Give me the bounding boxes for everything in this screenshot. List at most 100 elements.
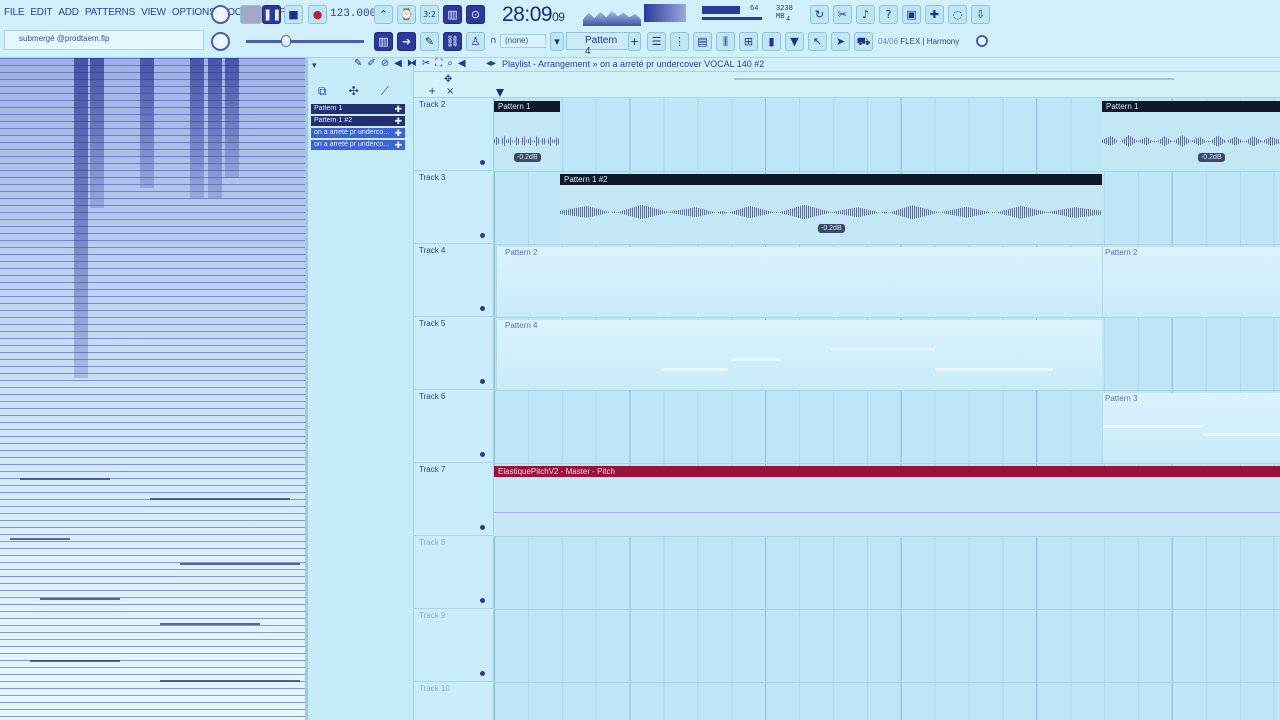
plus-icon[interactable]: ✚ bbox=[394, 128, 402, 138]
slice-icon[interactable]: ✂ bbox=[422, 58, 430, 69]
pattern-clip[interactable]: Pattern 2 bbox=[496, 247, 1102, 317]
plus-icon[interactable]: ✚ bbox=[394, 140, 402, 150]
automation-clip[interactable]: ElastiquePitchV2 - Master - Pitch bbox=[494, 466, 1280, 536]
track-mute-dot[interactable] bbox=[480, 306, 485, 311]
select-icon[interactable]: ⛶ bbox=[435, 58, 442, 69]
script-output-icon[interactable]: ➤ bbox=[831, 32, 850, 51]
slider-handle[interactable] bbox=[281, 35, 291, 47]
rack-item[interactable]: Pattern 1 ✚ bbox=[311, 104, 405, 114]
plus-icon[interactable]: ✚ bbox=[394, 104, 402, 114]
audio-clip[interactable]: Pattern 1 -0.2dB bbox=[1102, 101, 1280, 171]
audio-clip[interactable]: Pattern 1 -0.2dB bbox=[494, 101, 560, 171]
loop-record-icon[interactable]: ⊙ bbox=[466, 5, 485, 24]
song-time-display[interactable]: 28:0909 bbox=[502, 3, 565, 27]
menu-view[interactable]: VIEW bbox=[141, 7, 166, 18]
track-header[interactable]: Track 3 bbox=[414, 171, 494, 244]
pencil-icon[interactable]: ✎ bbox=[420, 32, 439, 51]
arrangement-grid[interactable]: Pattern 1 -0.2dB Pattern 1 -0.2dB Patter… bbox=[494, 98, 1280, 720]
rack-item[interactable]: on a arreté pr underco... ✚ bbox=[311, 128, 405, 138]
master-volume-slider[interactable] bbox=[246, 40, 364, 43]
rack-wave-icon[interactable]: ⟋ bbox=[381, 84, 389, 99]
pattern-menu-icon[interactable]: ▾ bbox=[550, 32, 564, 51]
rack-menu-icon[interactable]: ▾ bbox=[312, 61, 317, 71]
pause-button[interactable]: ❚❚ bbox=[262, 5, 281, 24]
track-header[interactable]: Track 9 bbox=[414, 609, 494, 682]
channel-rack-icon[interactable]: ⋮ bbox=[670, 32, 689, 51]
playlist-arrow-icon[interactable]: ➜ bbox=[397, 32, 416, 51]
piano-roll-view-icon[interactable]: ▤ bbox=[693, 32, 712, 51]
rack-step-icon[interactable]: ✣ bbox=[349, 84, 359, 99]
pattern-clip[interactable]: Pattern 4 bbox=[496, 320, 1102, 390]
stamp-icon[interactable]: ♙ bbox=[466, 32, 485, 51]
cut-icon[interactable]: ✂ bbox=[833, 5, 852, 24]
piano-roll-icon[interactable]: ▥ bbox=[374, 32, 393, 51]
audio-clip[interactable]: Pattern 1 #2 -0.2dB bbox=[560, 174, 1102, 244]
playback-icon[interactable]: ◀ bbox=[458, 58, 466, 69]
news-ticker[interactable]: 04/06 FLEX | Harmony bbox=[878, 37, 959, 46]
master-pitch-knob[interactable] bbox=[211, 32, 230, 51]
tempo-tapper-icon[interactable]: ↖ bbox=[808, 32, 827, 51]
stop-button[interactable]: ■ bbox=[284, 5, 303, 24]
magnet-icon[interactable]: ∩ bbox=[490, 36, 497, 46]
browser-icon[interactable]: ⊞ bbox=[739, 32, 758, 51]
playlist-titlebar[interactable]: ✎ ✐ ⊘ ◀ ⧓ ✂ ⛶ ⌕ ◀ ◂▸ Playlist - Arrangem… bbox=[354, 58, 1280, 72]
rack-piano-icon[interactable]: ⧉ bbox=[318, 84, 327, 99]
delete-icon[interactable]: ⊘ bbox=[381, 58, 389, 69]
chat-icon[interactable]: ◌ bbox=[948, 5, 967, 24]
menu-edit[interactable]: EDIT bbox=[30, 7, 52, 18]
mic-icon[interactable]: ♪ bbox=[856, 5, 875, 24]
track-header[interactable]: Track 6 bbox=[414, 390, 494, 463]
plus-icon[interactable]: ✚ bbox=[394, 116, 402, 126]
playlist-icon[interactable]: ☰ bbox=[647, 32, 666, 51]
plugin-picker-icon[interactable]: ▮ bbox=[762, 32, 781, 51]
zoom-icon[interactable]: ⌕ bbox=[447, 58, 453, 69]
add-pattern-button[interactable]: + bbox=[628, 32, 641, 51]
track-mute-dot[interactable] bbox=[480, 233, 485, 238]
snap-selector[interactable]: (none) bbox=[500, 34, 546, 48]
pattern-clip[interactable]: Pattern 2 bbox=[1102, 247, 1280, 317]
mixer-icon[interactable]: ⫼ bbox=[716, 32, 735, 51]
track-mute-dot[interactable] bbox=[480, 452, 485, 457]
track-mute-dot[interactable] bbox=[480, 379, 485, 384]
track-header[interactable]: Track 4 bbox=[414, 244, 494, 317]
undo-icon[interactable]: ↻ bbox=[810, 5, 829, 24]
timeline-ruler[interactable]: ✥ + × bbox=[414, 72, 1280, 98]
rack-item[interactable]: Pattern 1 #2 ✚ bbox=[311, 116, 405, 126]
track-mute-dot[interactable] bbox=[480, 598, 485, 603]
link-icon[interactable]: ⛓ bbox=[443, 32, 462, 51]
menu-options[interactable]: OPTIONS bbox=[172, 7, 216, 18]
wait-input-icon[interactable]: ⌚ bbox=[397, 5, 416, 24]
arrangement-nav-icon[interactable]: ◂▸ bbox=[486, 58, 496, 69]
automation-curve[interactable] bbox=[494, 512, 1280, 513]
tempo-display[interactable]: 123.000 bbox=[330, 8, 376, 20]
menu-file[interactable]: FILE bbox=[4, 7, 25, 18]
pat-song-toggle[interactable] bbox=[240, 5, 262, 24]
paint-icon[interactable]: ✐ bbox=[367, 58, 375, 69]
blend-notes-icon[interactable]: ▥ bbox=[443, 5, 462, 24]
track-header[interactable]: Track 7 bbox=[414, 463, 494, 536]
plugin-icon[interactable]: ✚ bbox=[925, 5, 944, 24]
metronome-icon[interactable]: ⌃ bbox=[374, 5, 393, 24]
mute-icon[interactable]: ◀ bbox=[394, 58, 402, 69]
add-track-icon[interactable]: + bbox=[428, 86, 436, 97]
download-icon[interactable]: ⇩ bbox=[971, 5, 990, 24]
draw-icon[interactable]: ✎ bbox=[354, 58, 362, 69]
record-button[interactable]: ● bbox=[308, 5, 327, 24]
globe-icon[interactable] bbox=[976, 35, 988, 47]
track-header[interactable]: Track 8 bbox=[414, 536, 494, 609]
playhead-marker-icon[interactable] bbox=[496, 89, 504, 97]
track-mute-dot[interactable] bbox=[480, 525, 485, 530]
track-header[interactable]: Track 10 bbox=[414, 682, 494, 720]
master-volume-knob[interactable] bbox=[211, 5, 230, 24]
pattern-clip[interactable]: Pattern 3 bbox=[1102, 393, 1280, 463]
timeline-scrollbar[interactable] bbox=[734, 78, 1174, 80]
slip-icon[interactable]: ⧓ bbox=[407, 58, 417, 69]
menu-add[interactable]: ADD bbox=[58, 7, 79, 18]
menu-patterns[interactable]: PATTERNS bbox=[85, 7, 135, 18]
save-icon[interactable]: ▣ bbox=[902, 5, 921, 24]
close-track-icon[interactable]: × bbox=[446, 86, 454, 97]
touch-controller-icon[interactable]: ▼ bbox=[785, 32, 804, 51]
track-header[interactable]: Track 5 bbox=[414, 317, 494, 390]
countdown-icon[interactable]: 3:2 bbox=[420, 5, 439, 24]
track-mute-dot[interactable] bbox=[480, 160, 485, 165]
